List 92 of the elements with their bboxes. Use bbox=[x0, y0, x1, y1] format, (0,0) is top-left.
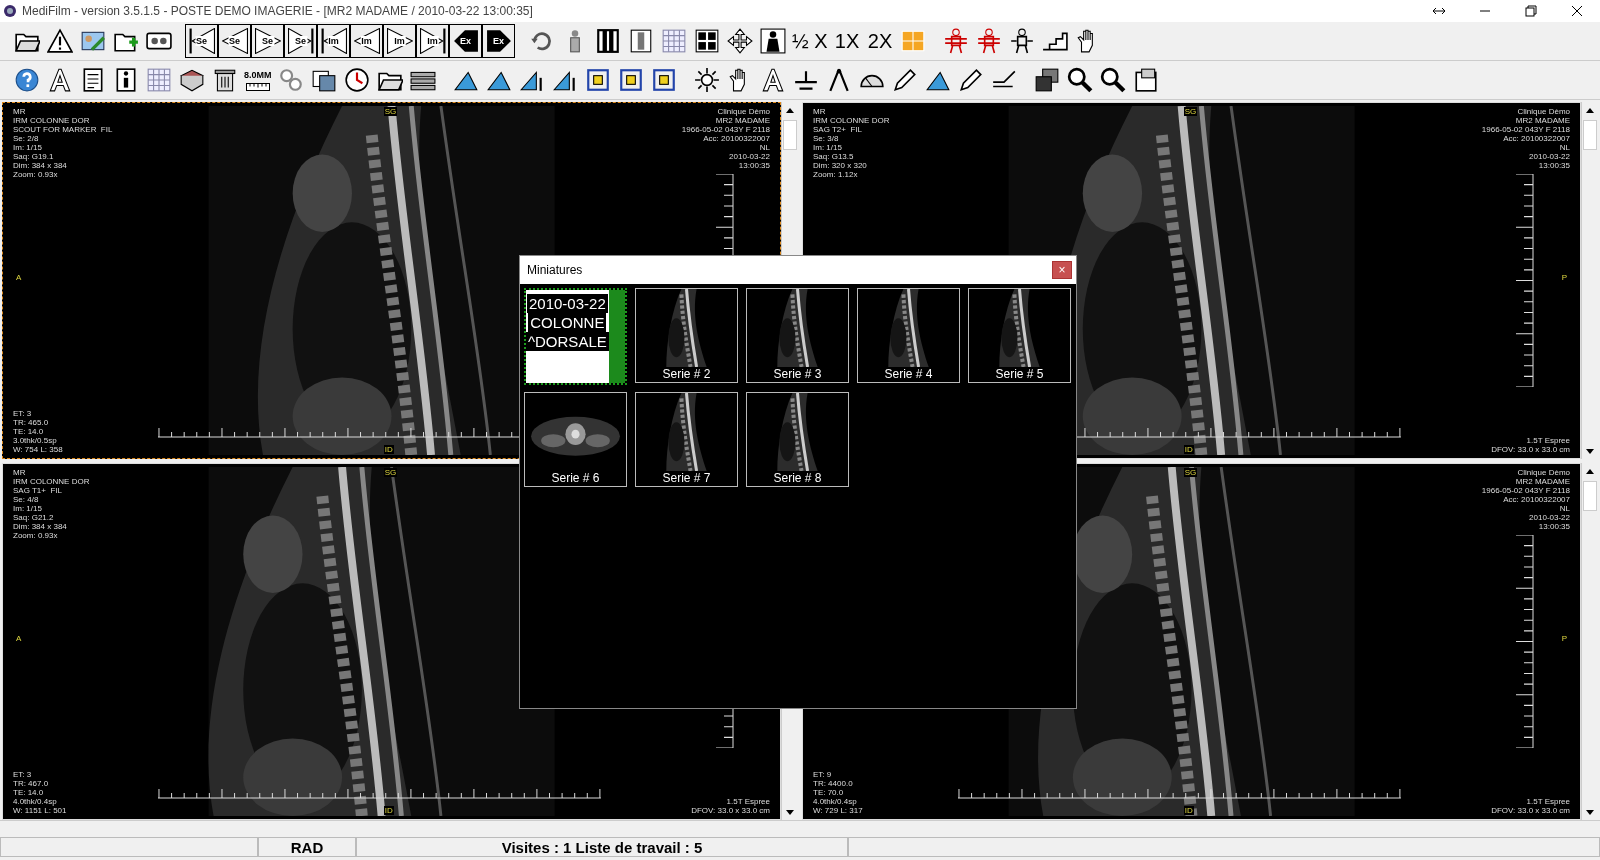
figure-icon bbox=[1009, 28, 1036, 54]
overlay-text: 4.0thk/0.4sp bbox=[813, 797, 858, 806]
frame-icon bbox=[618, 67, 644, 93]
help-icon bbox=[13, 67, 40, 93]
overlay-text: MR bbox=[13, 468, 27, 477]
arrow-right-button[interactable]: Ex bbox=[482, 24, 515, 58]
overlay-text: SAG T1+ FIL bbox=[13, 486, 63, 495]
thumbnail-label: Serie # 6 bbox=[550, 471, 601, 485]
overlay-text: TE: 14.0 bbox=[13, 788, 45, 797]
grid-icon bbox=[145, 67, 172, 93]
overlay-text: NL bbox=[1559, 504, 1570, 513]
skip-start-button[interactable]: Se bbox=[185, 24, 218, 58]
search-icon bbox=[1100, 67, 1126, 93]
overlay-text: IRM COLONNE DOR bbox=[13, 477, 90, 486]
overlay-text: DFOV: 33.0 x 33.0 cm bbox=[1491, 806, 1570, 815]
resize-arrows-icon bbox=[1432, 7, 1446, 15]
overlay-text: Dim: 384 x 384 bbox=[13, 522, 68, 531]
overlay-text: MR2 MADAME bbox=[1515, 477, 1570, 486]
overlay-text: TR: 467.0 bbox=[13, 779, 50, 788]
search-icon bbox=[1067, 67, 1093, 93]
overlay-text: TE: 70.0 bbox=[813, 788, 845, 797]
arrow-left-button[interactable]: Ex bbox=[449, 24, 482, 58]
clock-icon bbox=[344, 67, 370, 93]
overlay-text: 13:00:35 bbox=[1538, 522, 1570, 531]
overlay-text: Im: 1/15 bbox=[13, 504, 43, 513]
warning-icon bbox=[46, 28, 73, 54]
orientation-marker: SG bbox=[1183, 468, 1198, 477]
overlay-text: W: 1151 L: 501 bbox=[13, 806, 67, 815]
overlay-text: TR: 4400.0 bbox=[813, 779, 854, 788]
overlay-text: 1.5T Espree bbox=[1526, 797, 1570, 806]
ruler-button[interactable]: 8.0MM bbox=[241, 63, 275, 97]
triangle-right-button[interactable]: Se bbox=[251, 24, 284, 58]
overlay-text: ET: 3 bbox=[13, 770, 33, 779]
status-cell: Visites : 1 Liste de travail : 5 bbox=[356, 837, 848, 857]
overlay-text: 1966-05-02 043Y F 2118 bbox=[1481, 486, 1570, 495]
scroll-down-icon[interactable] bbox=[1586, 448, 1594, 454]
orientation-marker: A bbox=[15, 634, 23, 644]
scroll-up-icon[interactable] bbox=[1586, 107, 1594, 113]
overlay-text: Zoom: 0.93x bbox=[13, 531, 59, 540]
thumbnail-label: Serie # 7 bbox=[661, 471, 712, 485]
skip-start-button[interactable]: Im bbox=[317, 24, 350, 58]
font-icon bbox=[760, 67, 786, 93]
book-icon bbox=[178, 67, 205, 93]
scroll-up-icon[interactable] bbox=[786, 107, 794, 113]
panel-icon bbox=[1133, 67, 1159, 93]
gears-icon bbox=[278, 67, 304, 93]
overlay-text: Clinique Dèmo bbox=[1517, 468, 1570, 477]
move-icon bbox=[726, 28, 753, 54]
frame-icon bbox=[585, 67, 611, 93]
sun-icon bbox=[694, 67, 720, 93]
skeleton-icon bbox=[759, 28, 786, 54]
pencil-icon bbox=[892, 67, 918, 93]
tile-icon bbox=[900, 28, 927, 54]
skip-end-button[interactable]: Im bbox=[416, 24, 449, 58]
skip-end-button[interactable]: Se bbox=[284, 24, 317, 58]
overlay-text: 2010-03-22 bbox=[1529, 513, 1570, 522]
ruler-icon bbox=[244, 82, 271, 91]
orientation-marker: ID bbox=[1183, 806, 1194, 815]
triangle-left-button[interactable]: Im bbox=[350, 24, 383, 58]
orientation-marker: ID bbox=[383, 806, 394, 815]
triangle-left-button[interactable]: Se bbox=[218, 24, 251, 58]
columns-icon bbox=[594, 28, 621, 54]
frame-icon bbox=[651, 67, 677, 93]
orientation-marker: SG bbox=[383, 468, 398, 477]
scroll-up-icon[interactable] bbox=[1586, 468, 1594, 474]
zoom-button[interactable]: ½ X bbox=[789, 24, 831, 58]
overlay-text: Acc: 20100322007 bbox=[1503, 495, 1570, 504]
scroll-down-icon[interactable] bbox=[786, 809, 794, 815]
scroll-down-icon[interactable] bbox=[1586, 809, 1594, 815]
scroll-thumb[interactable] bbox=[783, 120, 797, 150]
pencil-icon bbox=[958, 67, 984, 93]
figure-lines-icon bbox=[976, 28, 1003, 54]
grid-icon bbox=[660, 28, 687, 54]
zoom-button[interactable]: 1X bbox=[830, 24, 864, 58]
overlay-text: W: 729 L: 317 bbox=[813, 806, 863, 815]
overlay-text: 1.5T Espree bbox=[726, 797, 770, 806]
triangle-right-button[interactable]: Im bbox=[383, 24, 416, 58]
app-logo-icon bbox=[4, 5, 16, 17]
zoom-button[interactable]: 2X bbox=[863, 24, 897, 58]
scroll-thumb[interactable] bbox=[1583, 120, 1597, 150]
scroll-thumb[interactable] bbox=[1583, 481, 1597, 511]
figure-lines-icon bbox=[943, 28, 970, 54]
status-cell: RAD bbox=[258, 837, 356, 857]
overlay-text: Saq: G21.2 bbox=[13, 513, 55, 522]
window-title: MediFilm - version 3.5.1.5 - POSTE DEMO IMAGERIE - [MR2 MADAME / 2010-03-22 13:00:35] bbox=[22, 4, 534, 18]
overlay-text: DFOV: 33.0 x 33.0 cm bbox=[691, 806, 770, 815]
overlay-text: Se: 4/8 bbox=[13, 495, 40, 504]
orientation-marker: P bbox=[1560, 634, 1568, 644]
windows-icon bbox=[1034, 67, 1060, 93]
overlay-text: ET: 9 bbox=[813, 770, 833, 779]
overlay-text: 4.0thk/0.4sp bbox=[13, 797, 58, 806]
people-grid-icon bbox=[693, 28, 720, 54]
